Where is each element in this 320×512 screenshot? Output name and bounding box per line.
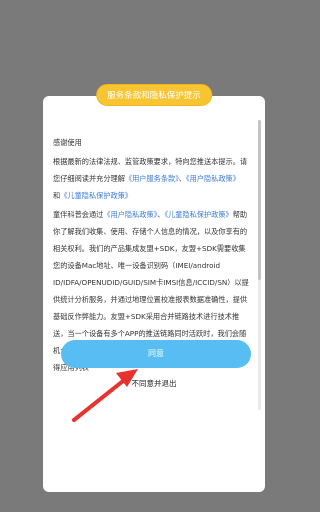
- user-service-terms-link[interactable]: 《用户服务条款》: [125, 174, 179, 183]
- privacy-dialog: 服务条款和隐私保护提示 感谢使用 根据最新的法律法规、监管政策要求，特向您推送本…: [43, 84, 265, 492]
- dialog-title: 服务条款和隐私保护提示: [96, 84, 212, 106]
- scrollbar[interactable]: [258, 120, 261, 410]
- privacy-policy-link[interactable]: 《用户隐私政策》: [186, 174, 240, 183]
- details-lead: 童伴科普会通过: [53, 210, 104, 219]
- agree-button[interactable]: 同意: [61, 340, 251, 368]
- paragraph-intro: 根据最新的法律法规、监管政策要求，特向您推送本提示。请您仔细阅读并充分理解《用户…: [53, 153, 249, 204]
- child-privacy-policy-link-2[interactable]: 《儿童隐私保护政策》: [164, 210, 232, 219]
- scrollbar-thumb[interactable]: [258, 120, 261, 280]
- child-privacy-policy-link[interactable]: 《儿童隐私保护政策》: [60, 191, 132, 200]
- reject-and-exit-link[interactable]: 不同意并退出: [43, 378, 265, 389]
- privacy-policy-link-2[interactable]: 《用户隐私政策》: [103, 210, 157, 219]
- greeting: 感谢使用: [53, 138, 82, 147]
- dialog-body: 感谢使用 根据最新的法律法规、监管政策要求，特向您推送本提示。请您仔细阅读并充分…: [53, 134, 249, 440]
- separator: 、: [178, 174, 186, 183]
